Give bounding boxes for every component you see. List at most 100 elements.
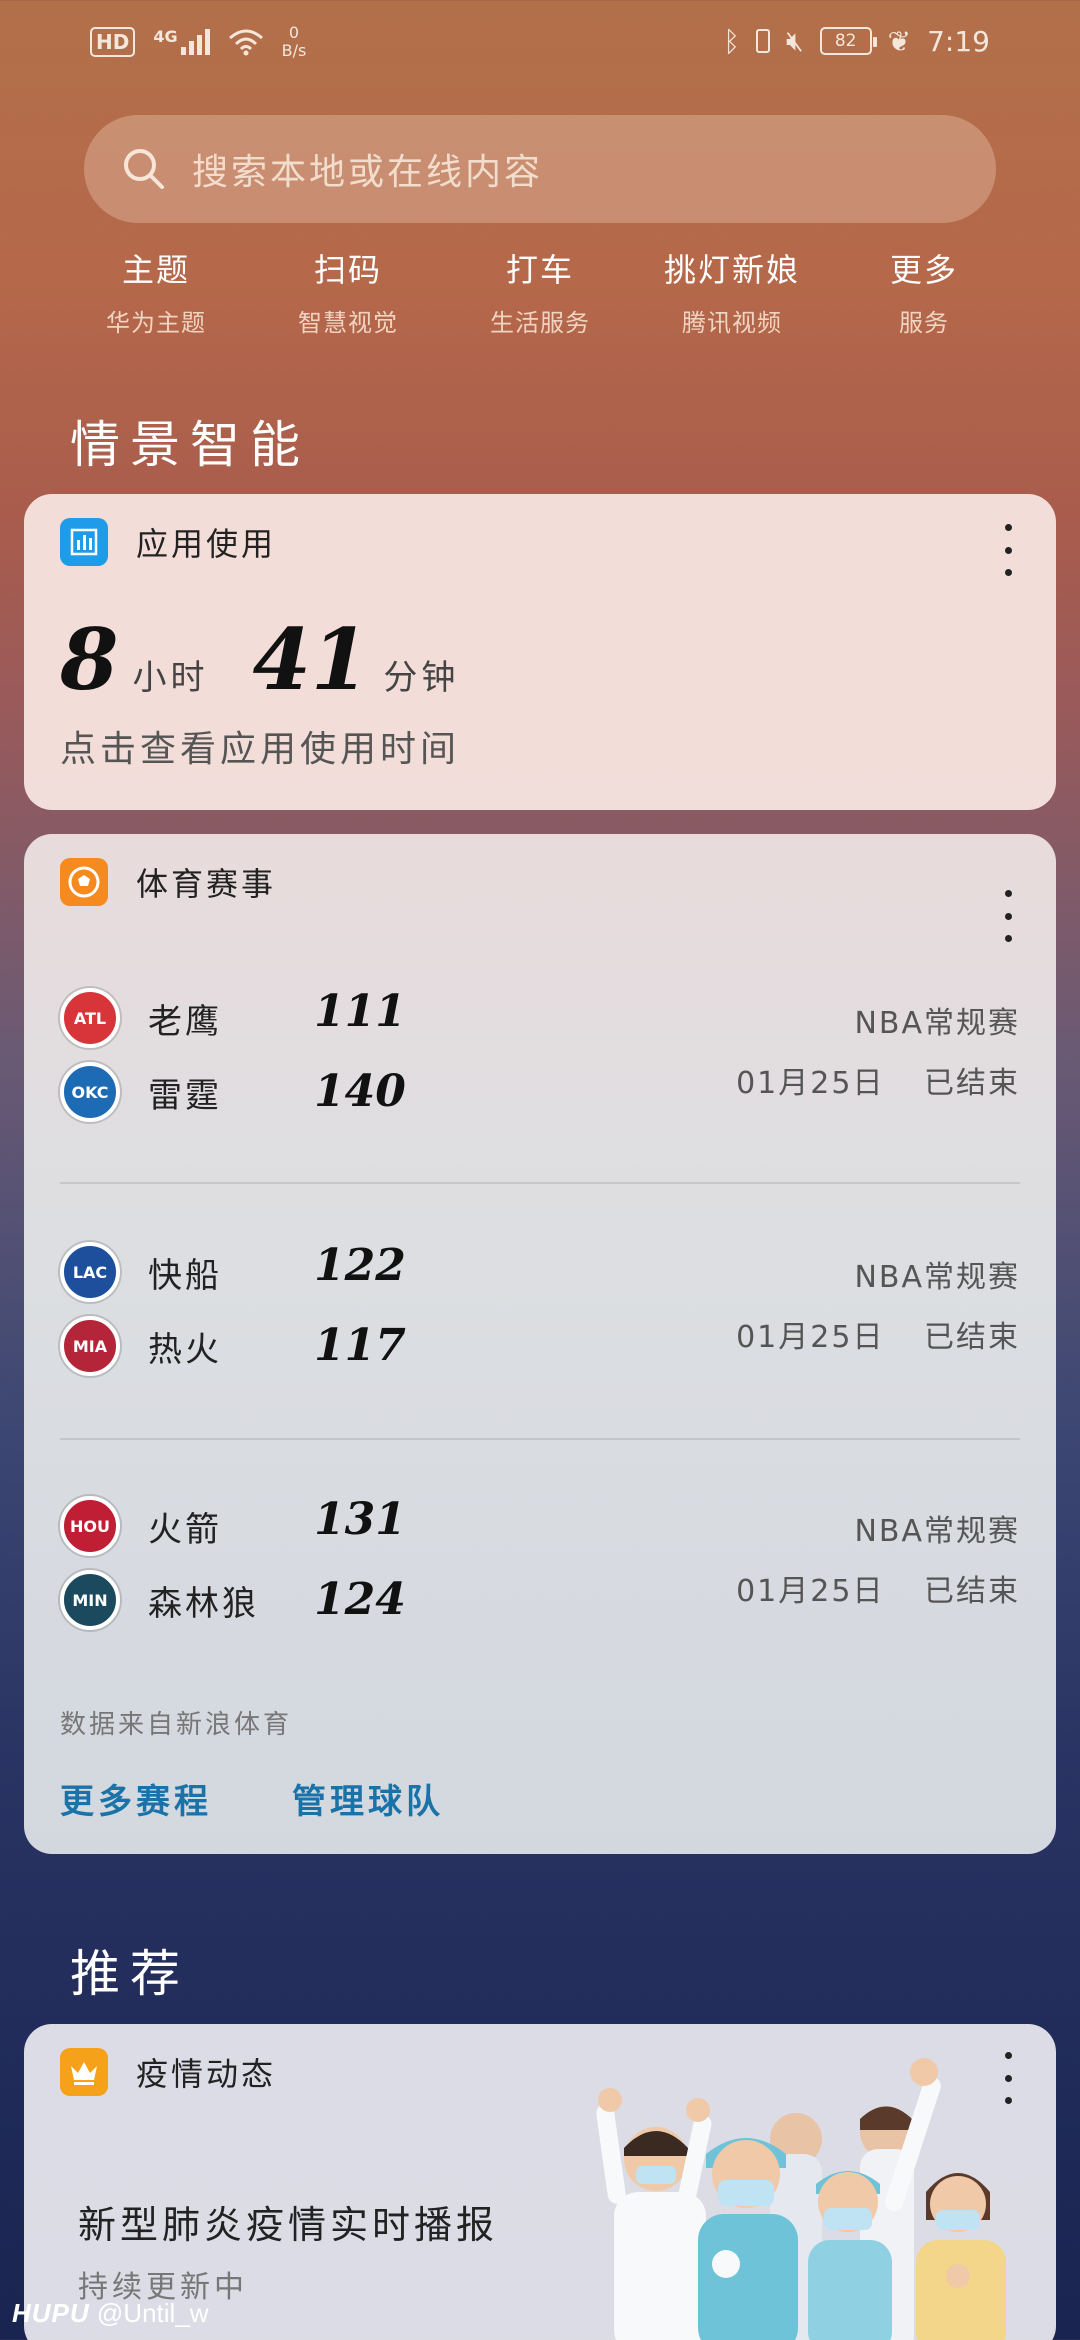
score: 131 — [314, 1494, 406, 1545]
score: 111 — [314, 986, 406, 1037]
team-row: MIA 热火 — [60, 1314, 222, 1378]
score: 122 — [314, 1240, 406, 1291]
team-logo-atl: ATL — [60, 988, 120, 1048]
crown-icon — [60, 2048, 108, 2096]
section-title-smart: 情景智能 — [70, 416, 310, 474]
score: 117 — [314, 1320, 406, 1371]
shortcut-subtitle: 生活服务 — [490, 309, 590, 337]
news-headline: 新型肺炎疫情实时播报 — [78, 2203, 499, 2247]
sports-card: 体育赛事 ATL 老鹰 OKC 雷霆 111 140 NBA常规赛 01月25日… — [24, 834, 1056, 1854]
shortcut-taxi[interactable]: 打车 生活服务 — [444, 245, 636, 355]
game-date-status: 01月25日 已结束 — [736, 1058, 1020, 1102]
shortcut-scan[interactable]: 扫码 智慧视觉 — [252, 245, 444, 355]
hd-indicator: HD — [90, 26, 136, 57]
team-row: OKC 雷霆 — [60, 1060, 222, 1124]
shortcut-subtitle: 智慧视觉 — [298, 309, 398, 337]
more-schedule-link[interactable]: 更多赛程 — [60, 1774, 212, 1823]
team-row: MIN 森林狼 — [60, 1568, 259, 1632]
vibrate-icon — [756, 29, 770, 53]
game-status: 已结束 — [924, 1320, 1020, 1355]
card-title: 体育赛事 — [136, 865, 277, 903]
shortcut-subtitle: 腾讯视频 — [682, 309, 782, 337]
app-usage-card[interactable]: 应用使用 8 小时 41 分钟 点击查看应用使用时间 — [24, 494, 1056, 810]
team-name: 火箭 — [148, 1509, 222, 1550]
team-logo-min: MIN — [60, 1570, 120, 1630]
watermark: HUPU @Until_w — [12, 2298, 209, 2329]
search-icon — [124, 149, 164, 189]
usage-duration: 8 小时 41 分钟 — [60, 610, 489, 709]
bar-chart-icon — [60, 518, 108, 566]
signal-icon: 4G — [153, 26, 210, 55]
manage-teams-link[interactable]: 管理球队 — [292, 1774, 444, 1823]
game-date-status: 01月25日 已结束 — [736, 1312, 1020, 1356]
usage-hint: 点击查看应用使用时间 — [60, 729, 461, 770]
card-header: 疫情动态 — [60, 2048, 276, 2096]
game-type: NBA常规赛 — [854, 1514, 1020, 1549]
game-type: NBA常规赛 — [854, 1006, 1020, 1041]
net-speed: 0 B/s — [282, 24, 307, 59]
team-logo-okc: OKC — [60, 1062, 120, 1122]
shortcut-title: 打车 — [505, 251, 574, 289]
battery-level: 82 — [834, 31, 857, 51]
team-logo-hou: HOU — [60, 1496, 120, 1556]
card-header: 应用使用 — [60, 518, 276, 566]
usage-hours: 8 — [60, 610, 119, 709]
hours-unit: 小时 — [132, 658, 209, 698]
game-item[interactable]: LAC 快船 MIA 热火 122 117 NBA常规赛 01月25日 已结束 — [60, 1240, 1020, 1400]
shortcut-subtitle: 华为主题 — [106, 309, 206, 337]
card-header: 体育赛事 — [60, 858, 276, 906]
section-title-recommend: 推荐 — [70, 1945, 190, 2003]
game-item[interactable]: HOU 火箭 MIN 森林狼 131 124 NBA常规赛 01月25日 已结束 — [60, 1494, 1020, 1654]
data-source: 数据来自新浪体育 — [60, 1710, 293, 1740]
team-logo-lac: LAC — [60, 1242, 120, 1302]
watermark-brand: HUPU — [12, 2298, 90, 2328]
divider — [60, 1182, 1020, 1184]
shortcut-theme[interactable]: 主题 华为主题 — [60, 245, 252, 355]
wifi-icon — [228, 29, 263, 56]
more-options-icon[interactable] — [996, 890, 1020, 942]
battery-icon: 82 — [819, 27, 877, 55]
team-row: ATL 老鹰 — [60, 986, 222, 1050]
medical-staff-illustration — [596, 2058, 1006, 2340]
game-status: 已结束 — [924, 1066, 1020, 1101]
game-date: 01月25日 — [736, 1320, 885, 1355]
card-title: 疫情动态 — [136, 2055, 277, 2093]
shortcut-more[interactable]: 更多 服务 — [828, 245, 1020, 355]
eco-leaf-icon: ❦ — [887, 24, 912, 58]
score: 140 — [314, 1066, 406, 1117]
mute-icon: 🔇︎ — [786, 24, 804, 57]
shortcut-title: 主题 — [121, 251, 190, 289]
shortcut-subtitle: 服务 — [899, 309, 949, 337]
team-row: LAC 快船 — [60, 1240, 222, 1304]
search-placeholder: 搜索本地或在线内容 — [192, 152, 544, 193]
team-logo-mia: MIA — [60, 1316, 120, 1376]
epidemic-news-card[interactable]: 疫情动态 新型肺炎疫情实时播报 持续更新中 — [24, 2024, 1056, 2340]
shortcut-title: 更多 — [889, 251, 958, 289]
game-date-status: 01月25日 已结束 — [736, 1566, 1020, 1610]
score: 124 — [314, 1574, 406, 1625]
game-item[interactable]: ATL 老鹰 OKC 雷霆 111 140 NBA常规赛 01月25日 已结束 — [60, 986, 1020, 1146]
team-row: HOU 火箭 — [60, 1494, 222, 1558]
network-type: 4G — [153, 26, 178, 46]
team-name: 森林狼 — [148, 1583, 259, 1624]
team-name: 热火 — [148, 1329, 222, 1370]
shortcut-video[interactable]: 挑灯新娘 腾讯视频 — [636, 245, 828, 355]
game-date: 01月25日 — [736, 1066, 885, 1101]
search-bar[interactable]: 搜索本地或在线内容 — [84, 115, 996, 223]
clock: 7:19 — [927, 24, 990, 58]
net-speed-unit: B/s — [281, 40, 307, 60]
more-options-icon[interactable] — [996, 2052, 1020, 2104]
minutes-unit: 分钟 — [383, 658, 460, 698]
bluetooth-icon: ᛒ — [723, 24, 740, 58]
team-name: 快船 — [148, 1255, 222, 1296]
team-name: 老鹰 — [148, 1001, 222, 1042]
card-title: 应用使用 — [136, 525, 277, 563]
basketball-icon — [60, 858, 108, 906]
game-date: 01月25日 — [736, 1574, 885, 1609]
shortcut-row: 主题 华为主题 扫码 智慧视觉 打车 生活服务 挑灯新娘 腾讯视频 更多 服务 — [60, 245, 1020, 355]
more-options-icon[interactable] — [996, 524, 1020, 576]
status-left: HD 4G 0 B/s — [90, 24, 306, 59]
team-name: 雷霆 — [148, 1075, 222, 1116]
status-bar: HD 4G 0 B/s ᛒ 🔇︎ 82 ❦ 7:19 — [0, 0, 1080, 90]
shortcut-title: 扫码 — [313, 251, 382, 289]
